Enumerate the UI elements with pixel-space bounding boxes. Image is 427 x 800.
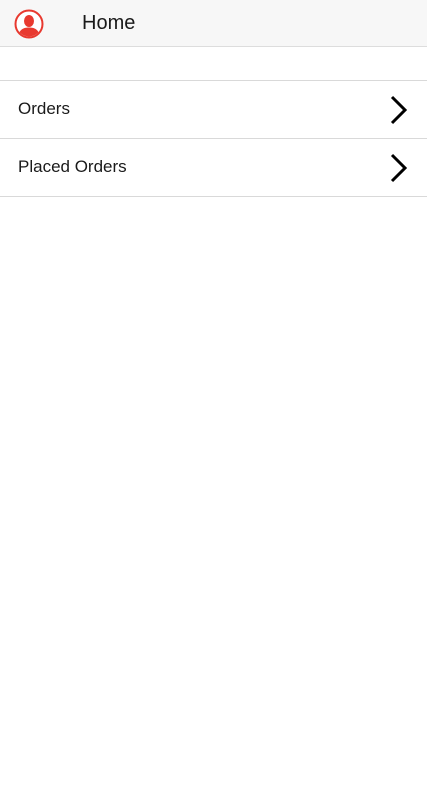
app-screen: Home Orders Placed Orders <box>0 0 427 800</box>
menu-item-label: Orders <box>18 99 70 118</box>
chevron-right-icon <box>388 95 408 125</box>
menu-list: Orders Placed Orders <box>0 81 427 197</box>
menu-item-orders[interactable]: Orders <box>0 81 427 139</box>
top-bar: Home <box>0 0 427 47</box>
chevron-right-icon <box>388 153 408 183</box>
page-title: Home <box>82 12 136 34</box>
user-avatar-icon[interactable] <box>14 9 44 39</box>
list-header-spacer <box>0 47 427 81</box>
menu-item-placed-orders[interactable]: Placed Orders <box>0 139 427 197</box>
menu-item-label: Placed Orders <box>18 157 127 176</box>
